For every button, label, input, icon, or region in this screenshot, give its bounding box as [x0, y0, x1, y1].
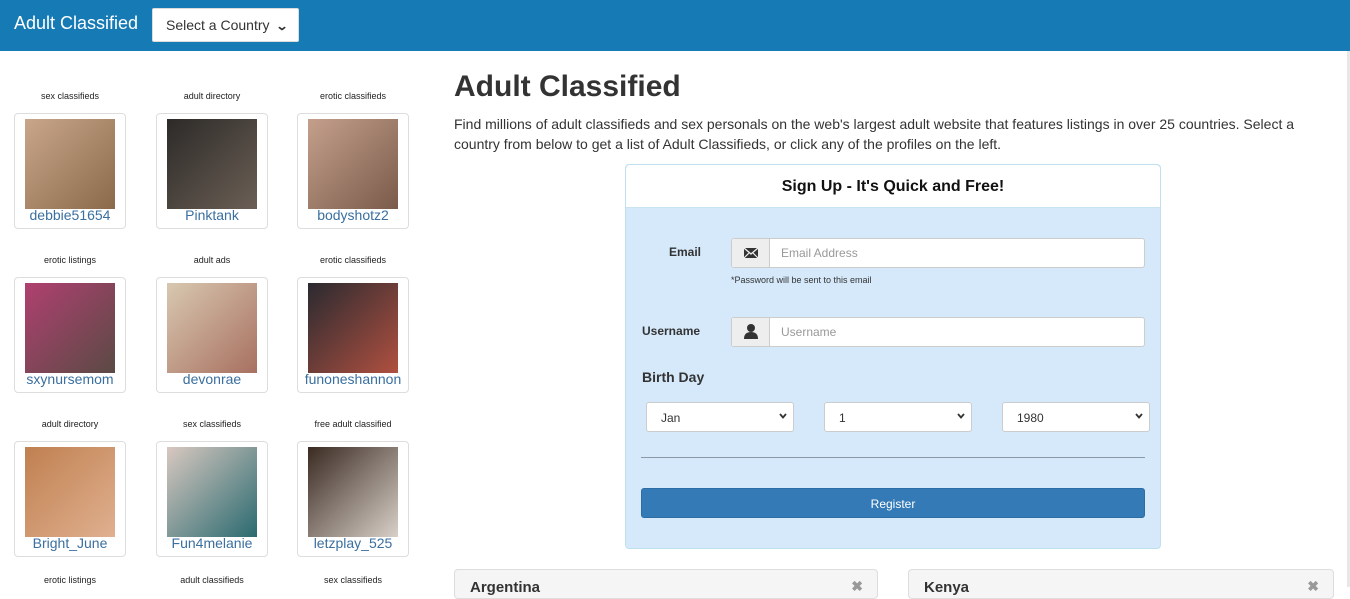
profile-category: free adult classified: [314, 419, 392, 429]
profile-card[interactable]: devonrae: [156, 277, 268, 393]
chevron-down-icon: [1135, 413, 1143, 419]
birth-day-value: 1: [839, 411, 846, 425]
username-input-group: [731, 317, 1145, 347]
country-panel-argentina[interactable]: Argentina ✖: [454, 569, 878, 599]
profile-card[interactable]: Pinktank: [156, 113, 268, 229]
page-title: Adult Classified: [454, 70, 681, 103]
country-name: Argentina: [470, 579, 541, 596]
user-icon: [732, 318, 770, 346]
profile-username-link[interactable]: bodyshotz2: [298, 207, 408, 223]
profile-photo[interactable]: [308, 447, 398, 537]
profile-grid: sex classifieds debbie51654 adult director…: [0, 51, 430, 587]
birthday-label: Birth Day: [642, 369, 705, 385]
profile-card[interactable]: letzplay_525: [297, 441, 409, 557]
profile-card[interactable]: Fun4melanie: [156, 441, 268, 557]
country-panel-kenya[interactable]: Kenya ✖: [908, 569, 1334, 599]
birth-month-select[interactable]: Jan: [646, 402, 794, 432]
profile-category: erotic listings: [43, 255, 97, 265]
profile-category: sex classifieds: [40, 91, 100, 101]
profile-category: sex classifieds: [182, 419, 242, 429]
profile-category: adult directory: [41, 419, 99, 429]
select-country-label: Select a Country: [166, 17, 270, 33]
profile-category: adult classifieds: [180, 575, 244, 585]
profile-username-link[interactable]: devonrae: [157, 371, 267, 387]
signup-heading: Sign Up - It's Quick and Free!: [626, 165, 1160, 208]
birth-month-value: Jan: [661, 411, 681, 425]
profile-username-link[interactable]: Bright_June: [15, 535, 125, 551]
profile-photo[interactable]: [308, 119, 398, 209]
email-input[interactable]: [770, 239, 1144, 267]
profile-card[interactable]: sxynursemom: [14, 277, 126, 393]
profile-category: erotic classifieds: [319, 91, 387, 101]
profile-username-link[interactable]: Fun4melanie: [157, 535, 267, 551]
profile-card[interactable]: funoneshannon: [297, 277, 409, 393]
profile-photo[interactable]: [308, 283, 398, 373]
envelope-icon: [732, 239, 770, 267]
password-hint: *Password will be sent to this email: [731, 275, 872, 285]
select-country-dropdown[interactable]: Select a Country ⌄: [152, 8, 299, 42]
profile-category: adult directory: [183, 91, 241, 101]
profile-card[interactable]: Bright_June: [14, 441, 126, 557]
intro-text: Find millions of adult classifieds and s…: [454, 116, 1295, 152]
profile-category: erotic classifieds: [319, 255, 387, 265]
profile-photo[interactable]: [167, 119, 257, 209]
profile-category: erotic listings: [43, 575, 97, 585]
username-label: Username: [642, 324, 701, 338]
profile-username-link[interactable]: sxynursemom: [15, 371, 125, 387]
chevron-down-icon: [779, 413, 787, 419]
chevron-down-icon: ⌄: [275, 19, 289, 33]
birth-year-value: 1980: [1017, 411, 1044, 425]
profile-card[interactable]: debbie51654: [14, 113, 126, 229]
profile-photo[interactable]: [167, 283, 257, 373]
form-divider: [641, 457, 1145, 458]
chevron-down-icon: [957, 413, 965, 419]
register-button[interactable]: Register: [641, 488, 1145, 518]
profile-photo[interactable]: [25, 119, 115, 209]
brand-logo[interactable]: Adult Classified: [14, 13, 138, 34]
birth-year-select[interactable]: 1980: [1002, 402, 1150, 432]
profile-photo[interactable]: [167, 447, 257, 537]
profile-photo[interactable]: [25, 447, 115, 537]
profile-username-link[interactable]: debbie51654: [15, 207, 125, 223]
profile-username-link[interactable]: funoneshannon: [298, 371, 408, 387]
email-label: Email: [669, 245, 702, 259]
profile-category: adult ads: [193, 255, 231, 265]
birth-day-select[interactable]: 1: [824, 402, 972, 432]
profile-category: sex classifieds: [323, 575, 383, 585]
top-navbar: Adult Classified Select a Country ⌄: [0, 0, 1350, 51]
signup-panel: Sign Up - It's Quick and Free! Email *Pa…: [625, 164, 1161, 549]
profile-username-link[interactable]: Pinktank: [157, 207, 267, 223]
country-name: Kenya: [924, 579, 970, 596]
profile-card[interactable]: bodyshotz2: [297, 113, 409, 229]
profile-username-link[interactable]: letzplay_525: [298, 535, 408, 551]
email-input-group: [731, 238, 1145, 268]
username-input[interactable]: [770, 318, 1144, 346]
profile-photo[interactable]: [25, 283, 115, 373]
